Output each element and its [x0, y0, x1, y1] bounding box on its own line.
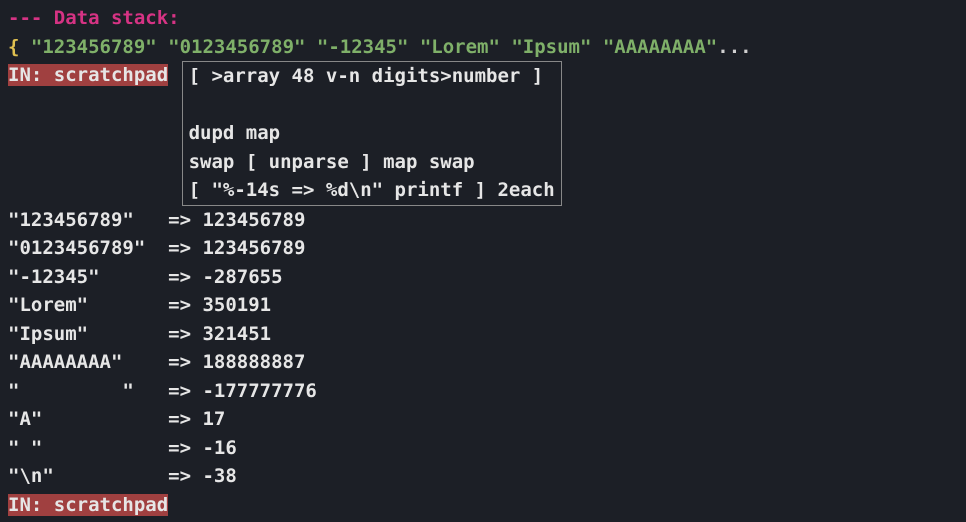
input-row: IN: scratchpad [ >array 48 v-n digits>nu… — [8, 61, 958, 206]
output-line: "Lorem" => 350191 — [8, 291, 958, 320]
output-input: " " — [8, 380, 168, 402]
output-line: "123456789" => 123456789 — [8, 206, 958, 235]
output-input: "\n" — [8, 465, 168, 487]
code-block: [ >array 48 v-n digits>number ] dupd map… — [182, 61, 562, 206]
output-line: "Ipsum" => 321451 — [8, 320, 958, 349]
code-line-4: swap [ unparse ] map swap — [189, 151, 475, 173]
output-input: "Lorem" — [8, 294, 168, 316]
output-input: "AAAAAAAA" — [8, 351, 168, 373]
output-input: "A" — [8, 408, 168, 430]
stack-header: --- Data stack: — [8, 4, 958, 33]
output-container: "123456789" => 123456789"0123456789" => … — [8, 206, 958, 491]
output-arrow: => — [168, 209, 191, 231]
output-arrow: => — [168, 323, 191, 345]
output-arrow: => — [168, 351, 191, 373]
stack-contents: { "123456789" "0123456789" "-12345" "Lor… — [8, 33, 958, 62]
output-arrow: => — [168, 294, 191, 316]
open-brace: { — [8, 36, 19, 58]
output-result: -177777776 — [191, 380, 317, 402]
output-input: "-12345" — [8, 266, 168, 288]
output-arrow: => — [168, 465, 191, 487]
prompt-label-2[interactable]: IN: scratchpad — [8, 494, 168, 516]
final-prompt-row: IN: scratchpad — [8, 491, 958, 520]
output-line: "\n" => -38 — [8, 462, 958, 491]
output-arrow: => — [168, 380, 191, 402]
output-input: "Ipsum" — [8, 323, 168, 345]
output-arrow: => — [168, 237, 191, 259]
output-line: "-12345" => -287655 — [8, 263, 958, 292]
output-line: "A" => 17 — [8, 405, 958, 434]
stack-items: "123456789" "0123456789" "-12345" "Lorem… — [31, 36, 717, 58]
output-result: 17 — [191, 408, 225, 430]
output-result: 350191 — [191, 294, 271, 316]
output-result: 123456789 — [191, 209, 305, 231]
output-input: " " — [8, 437, 168, 459]
output-arrow: => — [168, 408, 191, 430]
stack-ellipsis: ... — [717, 36, 751, 58]
output-line: "AAAAAAAA" => 188888887 — [8, 348, 958, 377]
output-arrow: => — [168, 437, 191, 459]
output-result: -16 — [191, 437, 237, 459]
prompt-label[interactable]: IN: scratchpad — [8, 64, 168, 86]
output-result: 123456789 — [191, 237, 305, 259]
output-result: -287655 — [191, 266, 283, 288]
code-line-3: dupd map — [189, 122, 281, 144]
code-line-1: [ >array 48 v-n digits>number ] — [189, 65, 544, 87]
output-line: "0123456789" => 123456789 — [8, 234, 958, 263]
output-result: 321451 — [191, 323, 271, 345]
output-input: "123456789" — [8, 209, 168, 231]
code-line-5: [ "%-14s => %d\n" printf ] 2each — [189, 179, 555, 201]
output-result: -38 — [191, 465, 237, 487]
output-arrow: => — [168, 266, 191, 288]
output-result: 188888887 — [191, 351, 305, 373]
output-line: " " => -177777776 — [8, 377, 958, 406]
output-input: "0123456789" — [8, 237, 168, 259]
output-line: " " => -16 — [8, 434, 958, 463]
